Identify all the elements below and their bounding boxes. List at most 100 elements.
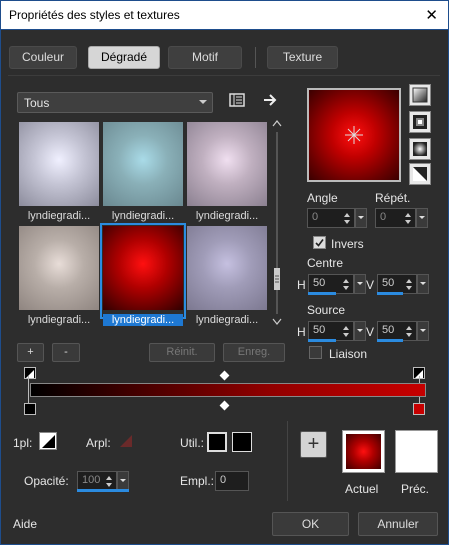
- current-swatch[interactable]: [342, 430, 385, 473]
- chevron-down-icon[interactable]: [417, 274, 429, 294]
- chevron-down-icon[interactable]: [416, 208, 428, 228]
- pl-label: 1pl:: [13, 436, 33, 450]
- remove-gradient-button[interactable]: -: [52, 343, 80, 362]
- previous-swatch[interactable]: [395, 430, 438, 473]
- start-color-stop-top[interactable]: [24, 367, 36, 379]
- previous-label: Préc.: [401, 482, 430, 496]
- tab-divider: [8, 75, 440, 76]
- opacity-value: 100: [82, 474, 101, 486]
- reset-button[interactable]: Réinit.: [149, 343, 215, 362]
- source-v-label: V: [366, 325, 375, 339]
- gradient-editor-bar[interactable]: [30, 383, 426, 397]
- add-swatch-button[interactable]: +: [300, 431, 327, 458]
- gallery-scrollbar[interactable]: [272, 118, 282, 328]
- spin-arrows-icon[interactable]: [404, 277, 414, 291]
- gradient-preview[interactable]: [307, 88, 401, 182]
- add-gradient-button[interactable]: +: [17, 343, 44, 362]
- chevron-down-icon[interactable]: [355, 208, 367, 228]
- spin-arrows-icon[interactable]: [104, 474, 114, 488]
- repeat-label: Répét.: [375, 191, 411, 205]
- start-color-stop[interactable]: [24, 403, 36, 415]
- center-v-value: 50: [382, 277, 395, 289]
- source-h-label: H: [297, 325, 306, 339]
- edge-style-icon[interactable]: [39, 432, 57, 450]
- gallery-item[interactable]: lyndiegradi...: [187, 226, 267, 326]
- repeat-field[interactable]: 0: [375, 208, 428, 228]
- gradient-swatch: [103, 122, 183, 206]
- center-v-label: V: [366, 278, 375, 292]
- background-style-icon[interactable]: [117, 432, 135, 450]
- divider: [287, 421, 288, 501]
- tab-motif[interactable]: Motif: [168, 46, 242, 69]
- spin-arrows-icon[interactable]: [404, 324, 414, 338]
- angle-field[interactable]: 0: [307, 208, 367, 228]
- invert-label[interactable]: Invers: [331, 237, 364, 251]
- gallery-item-selected[interactable]: lyndiegradi...: [100, 223, 186, 326]
- background-color-swatch[interactable]: [232, 432, 252, 452]
- source-h-field[interactable]: 50: [308, 321, 366, 341]
- invert-checkbox[interactable]: [313, 236, 326, 249]
- opacity-slider[interactable]: [77, 489, 129, 492]
- tab-degrade[interactable]: Dégradé: [88, 46, 160, 69]
- chevron-down-icon[interactable]: [354, 274, 366, 294]
- foreground-color-swatch[interactable]: [207, 432, 227, 452]
- gallery-item[interactable]: lyndiegradi...: [187, 122, 267, 222]
- source-label: Source: [307, 303, 346, 317]
- opacity-field[interactable]: 100: [77, 471, 129, 491]
- source-v-slider[interactable]: [377, 339, 403, 342]
- rectangular-gradient-type-button[interactable]: [409, 111, 431, 133]
- empl-value: 0: [220, 474, 227, 486]
- spin-arrows-icon[interactable]: [403, 211, 413, 225]
- opacity-label: Opacité:: [24, 474, 69, 488]
- chevron-down-icon[interactable]: [117, 471, 129, 491]
- gallery-item-label: lyndiegradi...: [27, 314, 91, 326]
- repeat-value: 0: [380, 211, 387, 223]
- center-label: Centre: [307, 256, 344, 270]
- ok-button[interactable]: OK: [272, 512, 349, 536]
- sunburst-gradient-type-button[interactable]: [409, 163, 431, 185]
- gallery-item[interactable]: lyndiegradi...: [103, 122, 183, 222]
- source-v-value: 50: [382, 324, 395, 336]
- link-checkbox[interactable]: [309, 346, 322, 359]
- gradient-swatch: [103, 226, 183, 310]
- gradient-swatch: [187, 226, 267, 310]
- empl-field[interactable]: 0: [215, 471, 249, 491]
- tab-couleur[interactable]: Couleur: [9, 46, 77, 69]
- gallery-item-label: lyndiegradi...: [111, 210, 175, 222]
- angle-value: 0: [312, 211, 319, 223]
- gradient-swatch: [19, 226, 99, 310]
- select-value: Tous: [24, 96, 50, 110]
- radial-gradient-type-button[interactable]: [409, 138, 431, 160]
- current-gradient-preview: [346, 434, 381, 469]
- link-label[interactable]: Liaison: [329, 347, 367, 361]
- end-color-stop[interactable]: [413, 403, 425, 415]
- arrow-right-icon[interactable]: [263, 93, 279, 107]
- center-h-slider[interactable]: [308, 292, 336, 295]
- save-button[interactable]: Enreg.: [223, 343, 285, 362]
- gallery-item-label: lyndiegradi...: [27, 210, 91, 222]
- center-h-field[interactable]: 50: [308, 274, 366, 294]
- spin-arrows-icon[interactable]: [342, 211, 352, 225]
- gradient-swatch: [19, 122, 99, 206]
- tab-texture[interactable]: Texture: [267, 46, 338, 69]
- center-v-field[interactable]: 50: [377, 274, 429, 294]
- help-link[interactable]: Aide: [13, 517, 37, 531]
- chevron-down-icon[interactable]: [354, 321, 366, 341]
- center-v-slider[interactable]: [377, 292, 403, 295]
- gallery-item[interactable]: lyndiegradi...: [19, 122, 99, 222]
- chevron-down-icon: [199, 100, 207, 104]
- source-h-slider[interactable]: [308, 339, 336, 342]
- spin-arrows-icon[interactable]: [341, 324, 351, 338]
- gradient-category-select[interactable]: Tous: [17, 92, 213, 113]
- close-icon[interactable]: ✕: [425, 6, 438, 24]
- linear-gradient-type-button[interactable]: [409, 84, 431, 106]
- current-label: Actuel: [345, 482, 379, 496]
- gallery-item-label: lyndiegradi...: [195, 210, 259, 222]
- spin-arrows-icon[interactable]: [341, 277, 351, 291]
- gallery-item[interactable]: lyndiegradi...: [19, 226, 99, 326]
- source-v-field[interactable]: 50: [377, 321, 429, 341]
- arpl-label: Arpl:: [86, 436, 111, 450]
- chevron-down-icon[interactable]: [417, 321, 429, 341]
- library-icon[interactable]: [229, 92, 245, 108]
- cancel-button[interactable]: Annuler: [358, 512, 438, 536]
